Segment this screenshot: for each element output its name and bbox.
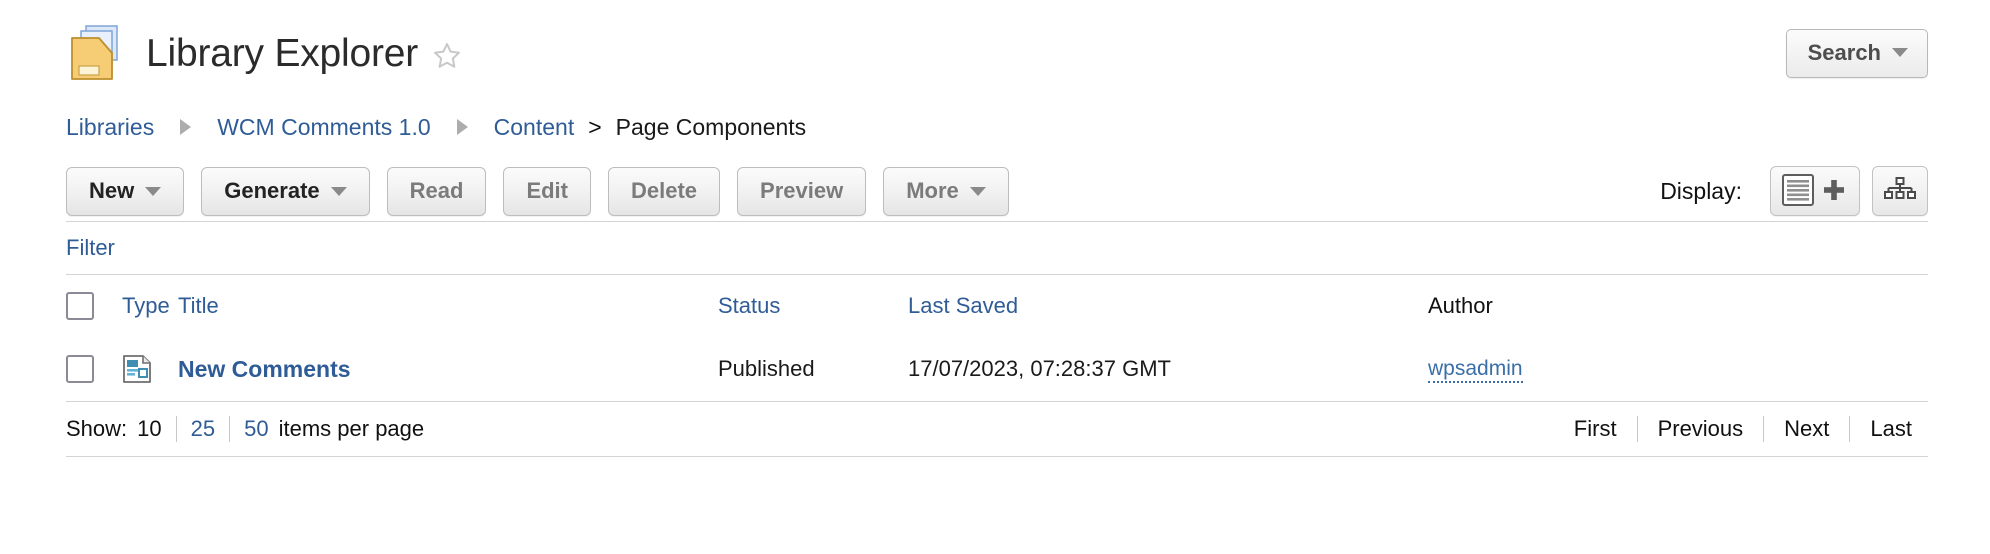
preview-button-label: Preview bbox=[760, 178, 844, 203]
action-toolbar: New Generate Read Edit Delete Preview Mo… bbox=[0, 161, 1990, 221]
chevron-down-icon bbox=[969, 186, 986, 196]
search-button[interactable]: Search bbox=[1785, 28, 1928, 78]
app-header: Library Explorer Search bbox=[0, 0, 1990, 92]
breadcrumb: Libraries WCM Comments 1.0 Content > Pag… bbox=[0, 110, 1990, 144]
pagination-previous[interactable]: Previous bbox=[1658, 416, 1744, 442]
library-explorer-page: Library Explorer Search Libraries WCM Co… bbox=[0, 0, 1990, 554]
filter-link[interactable]: Filter bbox=[66, 235, 115, 261]
breadcrumb-separator-gt: > bbox=[588, 113, 602, 140]
table-header-row: Type Title Status Last Saved Author bbox=[66, 275, 1928, 337]
pagination-next[interactable]: Next bbox=[1784, 416, 1829, 442]
column-header-type[interactable]: Type bbox=[122, 293, 178, 319]
breadcrumb-item-wcm-comments[interactable]: WCM Comments 1.0 bbox=[217, 114, 430, 141]
new-button[interactable]: New bbox=[66, 166, 185, 216]
delete-button-label: Delete bbox=[631, 178, 698, 203]
row-status-cell: Published bbox=[718, 356, 908, 382]
column-header-author-label: Author bbox=[1428, 293, 1493, 318]
filter-row: Filter bbox=[0, 222, 1990, 274]
chevron-down-icon bbox=[1892, 48, 1908, 57]
select-all-checkbox[interactable] bbox=[66, 292, 94, 320]
preview-button[interactable]: Preview bbox=[737, 166, 867, 216]
row-title-cell: New Comments bbox=[178, 356, 718, 383]
column-header-last-saved-label: Last Saved bbox=[908, 293, 1019, 318]
row-checkbox[interactable] bbox=[66, 355, 94, 383]
chevron-down-icon bbox=[145, 186, 162, 196]
generate-button[interactable]: Generate bbox=[201, 166, 370, 216]
column-header-title-label: Title bbox=[178, 293, 219, 318]
new-button-label: New bbox=[89, 178, 135, 203]
row-author-link[interactable]: wpsadmin bbox=[1428, 357, 1523, 383]
read-button-label: Read bbox=[409, 178, 464, 203]
triangle-right-icon bbox=[456, 119, 468, 135]
page-size-separator bbox=[229, 416, 231, 442]
page-size-separator bbox=[175, 416, 177, 442]
breadcrumb-item-libraries[interactable]: Libraries bbox=[66, 114, 154, 141]
row-type-cell bbox=[122, 354, 178, 384]
plus-icon bbox=[1821, 177, 1847, 206]
items-per-page-label: items per page bbox=[278, 416, 425, 441]
row-author-cell: wpsadmin bbox=[1428, 357, 1928, 383]
row-last-saved-cell: 17/07/2023, 07:28:37 GMT bbox=[908, 356, 1428, 382]
row-status-value: Published bbox=[718, 356, 815, 381]
read-button[interactable]: Read bbox=[386, 166, 487, 216]
breadcrumb-item-page-components: Page Components bbox=[615, 113, 807, 140]
page-component-icon bbox=[122, 354, 152, 384]
triangle-right-icon bbox=[180, 119, 192, 135]
generate-button-label: Generate bbox=[224, 178, 320, 203]
row-select-cell bbox=[66, 355, 122, 383]
page-size-50[interactable]: 50 bbox=[244, 416, 268, 442]
display-label: Display: bbox=[1660, 177, 1742, 204]
content-table: Type Title Status Last Saved Author New … bbox=[66, 275, 1928, 401]
pagination-separator bbox=[1763, 416, 1765, 442]
pagination-separator bbox=[1636, 416, 1638, 442]
pagination-footer: Show: 10 25 50 items per page First Prev… bbox=[0, 402, 1990, 456]
pagination-first[interactable]: First bbox=[1574, 416, 1617, 442]
star-outline-icon[interactable] bbox=[432, 41, 462, 71]
column-header-status[interactable]: Status bbox=[718, 293, 908, 319]
pagination-last[interactable]: Last bbox=[1870, 416, 1912, 442]
more-button[interactable]: More bbox=[883, 166, 1009, 216]
table-row: New Comments Published 17/07/2023, 07:28… bbox=[66, 337, 1928, 401]
list-view-button[interactable] bbox=[1770, 166, 1860, 216]
edit-button[interactable]: Edit bbox=[503, 166, 591, 216]
pagination-separator bbox=[1849, 416, 1851, 442]
site-tree-icon bbox=[1883, 173, 1917, 210]
column-header-type-label: Type bbox=[122, 293, 170, 318]
page-size-25[interactable]: 25 bbox=[191, 416, 215, 442]
chevron-down-icon bbox=[330, 186, 347, 196]
more-button-label: More bbox=[906, 178, 959, 203]
page-size-10[interactable]: 10 bbox=[137, 416, 161, 442]
select-all-cell bbox=[66, 292, 122, 320]
show-label: Show: bbox=[66, 416, 128, 441]
column-header-author: Author bbox=[1428, 293, 1928, 319]
column-header-title[interactable]: Title bbox=[178, 293, 718, 319]
row-title-link[interactable]: New Comments bbox=[178, 356, 351, 382]
page-title: Library Explorer bbox=[146, 31, 419, 75]
delete-button[interactable]: Delete bbox=[608, 166, 721, 216]
divider-below-footer bbox=[66, 456, 1928, 457]
column-header-status-label: Status bbox=[718, 293, 781, 318]
display-options: Display: bbox=[1660, 166, 1928, 216]
row-last-saved-value: 17/07/2023, 07:28:37 GMT bbox=[908, 356, 1171, 381]
edit-button-label: Edit bbox=[526, 178, 568, 203]
search-button-label: Search bbox=[1807, 39, 1881, 65]
breadcrumb-item-content[interactable]: Content bbox=[494, 114, 575, 141]
tree-view-button[interactable] bbox=[1872, 166, 1928, 216]
column-header-last-saved[interactable]: Last Saved bbox=[908, 293, 1428, 319]
library-folder-icon bbox=[66, 22, 124, 84]
list-lines-icon bbox=[1781, 173, 1815, 210]
